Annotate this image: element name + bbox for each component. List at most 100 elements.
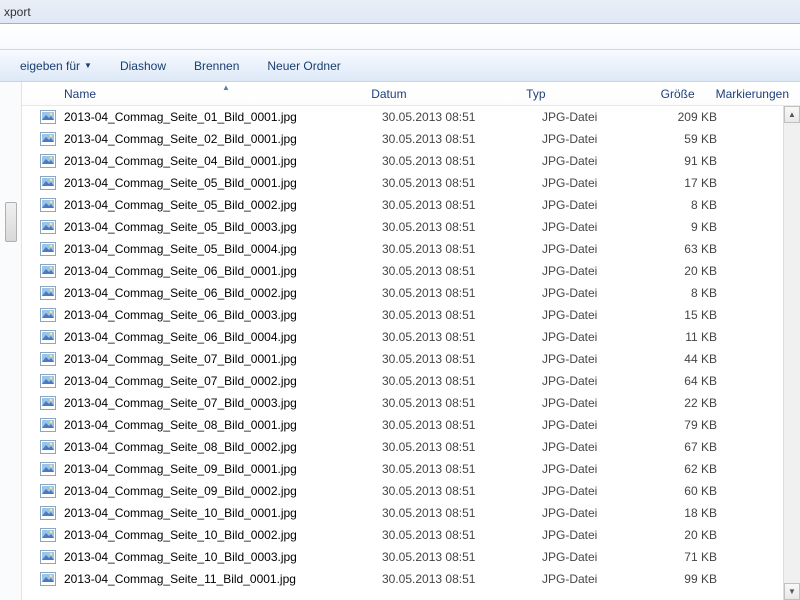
file-row[interactable]: 2013-04_Commag_Seite_08_Bild_0001.jpg30.… bbox=[22, 414, 800, 436]
sort-ascending-icon: ▲ bbox=[222, 83, 230, 92]
file-type: JPG-Datei bbox=[532, 396, 637, 410]
column-headers: Name Datum Typ Größe Markierungen bbox=[22, 82, 800, 106]
toolbar: eigeben für ▼ Diashow Brennen Neuer Ordn… bbox=[0, 50, 800, 82]
file-size: 22 KB bbox=[637, 396, 727, 410]
file-name: 2013-04_Commag_Seite_07_Bild_0001.jpg bbox=[64, 352, 297, 366]
slideshow-button[interactable]: Diashow bbox=[108, 55, 178, 77]
image-file-icon bbox=[40, 242, 56, 256]
file-name: 2013-04_Commag_Seite_08_Bild_0002.jpg bbox=[64, 440, 297, 454]
file-row[interactable]: 2013-04_Commag_Seite_04_Bild_0001.jpg30.… bbox=[22, 150, 800, 172]
file-name: 2013-04_Commag_Seite_01_Bild_0001.jpg bbox=[64, 110, 297, 124]
file-row[interactable]: 2013-04_Commag_Seite_06_Bild_0001.jpg30.… bbox=[22, 260, 800, 282]
image-file-icon bbox=[40, 264, 56, 278]
column-header-size[interactable]: Größe bbox=[618, 82, 706, 105]
file-type: JPG-Datei bbox=[532, 330, 637, 344]
file-row[interactable]: 2013-04_Commag_Seite_01_Bild_0001.jpg 30.… bbox=[22, 106, 800, 128]
file-size: 15 KB bbox=[637, 308, 727, 322]
file-row[interactable]: 2013-04_Commag_Seite_06_Bild_0003.jpg30.… bbox=[22, 304, 800, 326]
image-file-icon bbox=[40, 550, 56, 564]
scroll-up-button[interactable]: ▲ bbox=[784, 106, 800, 123]
file-name: 2013-04_Commag_Seite_09_Bild_0001.jpg bbox=[64, 462, 297, 476]
image-file-icon bbox=[40, 198, 56, 212]
file-size: 91 KB bbox=[637, 154, 727, 168]
file-size: 71 KB bbox=[637, 550, 727, 564]
file-name: 2013-04_Commag_Seite_10_Bild_0003.jpg bbox=[64, 550, 297, 564]
file-row[interactable]: 2013-04_Commag_Seite_05_Bild_0004.jpg30.… bbox=[22, 238, 800, 260]
file-type: JPG-Datei bbox=[532, 374, 637, 388]
file-size: 17 KB bbox=[637, 176, 727, 190]
file-size: 44 KB bbox=[637, 352, 727, 366]
file-name: 2013-04_Commag_Seite_08_Bild_0001.jpg bbox=[64, 418, 297, 432]
nav-scroll-grip[interactable] bbox=[5, 202, 17, 242]
column-header-date[interactable]: Datum bbox=[361, 82, 516, 105]
file-type: JPG-Datei bbox=[532, 572, 637, 586]
vertical-scrollbar[interactable]: ▲ ▼ bbox=[783, 106, 800, 600]
file-name: 2013-04_Commag_Seite_11_Bild_0001.jpg bbox=[64, 572, 296, 586]
image-file-icon bbox=[40, 440, 56, 454]
file-size: 20 KB bbox=[637, 528, 727, 542]
image-file-icon bbox=[40, 572, 56, 586]
file-row[interactable]: 2013-04_Commag_Seite_09_Bild_0001.jpg30.… bbox=[22, 458, 800, 480]
window-titlebar: xport bbox=[0, 0, 800, 24]
file-row[interactable]: 2013-04_Commag_Seite_02_Bild_0001.jpg30.… bbox=[22, 128, 800, 150]
file-row[interactable]: 2013-04_Commag_Seite_05_Bild_0003.jpg30.… bbox=[22, 216, 800, 238]
file-name: 2013-04_Commag_Seite_07_Bild_0003.jpg bbox=[64, 396, 297, 410]
file-size: 59 KB bbox=[637, 132, 727, 146]
file-row[interactable]: 2013-04_Commag_Seite_06_Bild_0002.jpg30.… bbox=[22, 282, 800, 304]
file-name: 2013-04_Commag_Seite_06_Bild_0001.jpg bbox=[64, 264, 297, 278]
file-size: 11 KB bbox=[637, 330, 727, 344]
file-name: 2013-04_Commag_Seite_05_Bild_0001.jpg bbox=[64, 176, 297, 190]
file-size: 67 KB bbox=[637, 440, 727, 454]
file-row[interactable]: 2013-04_Commag_Seite_07_Bild_0003.jpg30.… bbox=[22, 392, 800, 414]
file-row[interactable]: 2013-04_Commag_Seite_08_Bild_0002.jpg30.… bbox=[22, 436, 800, 458]
file-date: 30.05.2013 08:51 bbox=[372, 352, 532, 366]
file-name: 2013-04_Commag_Seite_05_Bild_0003.jpg bbox=[64, 220, 297, 234]
file-row[interactable]: 2013-04_Commag_Seite_05_Bild_0001.jpg30.… bbox=[22, 172, 800, 194]
file-date: 30.05.2013 08:51 bbox=[372, 242, 532, 256]
file-row[interactable]: 2013-04_Commag_Seite_05_Bild_0002.jpg30.… bbox=[22, 194, 800, 216]
image-file-icon bbox=[40, 132, 56, 146]
address-bar[interactable] bbox=[0, 24, 800, 50]
file-type: JPG-Datei bbox=[532, 264, 637, 278]
column-header-tags[interactable]: Markierungen bbox=[706, 82, 800, 105]
new-folder-button[interactable]: Neuer Ordner bbox=[255, 55, 352, 77]
file-size: 60 KB bbox=[637, 484, 727, 498]
file-name: 2013-04_Commag_Seite_09_Bild_0002.jpg bbox=[64, 484, 297, 498]
file-name: 2013-04_Commag_Seite_10_Bild_0001.jpg bbox=[64, 506, 297, 520]
file-row[interactable]: 2013-04_Commag_Seite_09_Bild_0002.jpg 30.… bbox=[22, 480, 800, 502]
file-name: 2013-04_Commag_Seite_07_Bild_0002.jpg bbox=[64, 374, 297, 388]
file-name: 2013-04_Commag_Seite_02_Bild_0001.jpg bbox=[64, 132, 297, 146]
image-file-icon bbox=[40, 374, 56, 388]
image-file-icon bbox=[40, 220, 56, 234]
file-type: JPG-Datei bbox=[532, 308, 637, 322]
image-file-icon bbox=[40, 110, 56, 124]
burn-button[interactable]: Brennen bbox=[182, 55, 251, 77]
file-date: 30.05.2013 08:51 bbox=[372, 506, 532, 520]
file-rows: 2013-04_Commag_Seite_01_Bild_0001.jpg 30.… bbox=[22, 106, 800, 590]
file-row[interactable]: 2013-04_Commag_Seite_07_Bild_0002.jpg30.… bbox=[22, 370, 800, 392]
file-row[interactable]: 2013-04_Commag_Seite_11_Bild_0001.jpg30.… bbox=[22, 568, 800, 590]
scroll-down-button[interactable]: ▼ bbox=[784, 583, 800, 600]
file-type: JPG-Datei bbox=[532, 132, 637, 146]
share-label: eigeben für bbox=[20, 59, 80, 73]
file-type: JPG-Datei bbox=[532, 506, 637, 520]
image-file-icon bbox=[40, 286, 56, 300]
file-row[interactable]: 2013-04_Commag_Seite_06_Bild_0004.jpg30.… bbox=[22, 326, 800, 348]
image-file-icon bbox=[40, 418, 56, 432]
share-button[interactable]: eigeben für ▼ bbox=[8, 55, 104, 77]
navigation-pane[interactable] bbox=[0, 82, 22, 600]
file-row[interactable]: 2013-04_Commag_Seite_10_Bild_0002.jpg30.… bbox=[22, 524, 800, 546]
column-header-name[interactable]: Name bbox=[22, 82, 361, 105]
file-row[interactable]: 2013-04_Commag_Seite_07_Bild_0001.jpg 30.… bbox=[22, 348, 800, 370]
file-size: 99 KB bbox=[637, 572, 727, 586]
file-date: 30.05.2013 08:51 bbox=[372, 110, 532, 124]
column-header-type[interactable]: Typ bbox=[516, 82, 618, 105]
file-type: JPG-Datei bbox=[532, 286, 637, 300]
file-row[interactable]: 2013-04_Commag_Seite_10_Bild_0003.jpg30.… bbox=[22, 546, 800, 568]
file-type: JPG-Datei bbox=[532, 484, 637, 498]
file-row[interactable]: 2013-04_Commag_Seite_10_Bild_0001.jpg 30.… bbox=[22, 502, 800, 524]
file-date: 30.05.2013 08:51 bbox=[372, 484, 532, 498]
file-name: 2013-04_Commag_Seite_05_Bild_0002.jpg bbox=[64, 198, 297, 212]
file-name: 2013-04_Commag_Seite_04_Bild_0001.jpg bbox=[64, 154, 297, 168]
file-size: 18 KB bbox=[637, 506, 727, 520]
